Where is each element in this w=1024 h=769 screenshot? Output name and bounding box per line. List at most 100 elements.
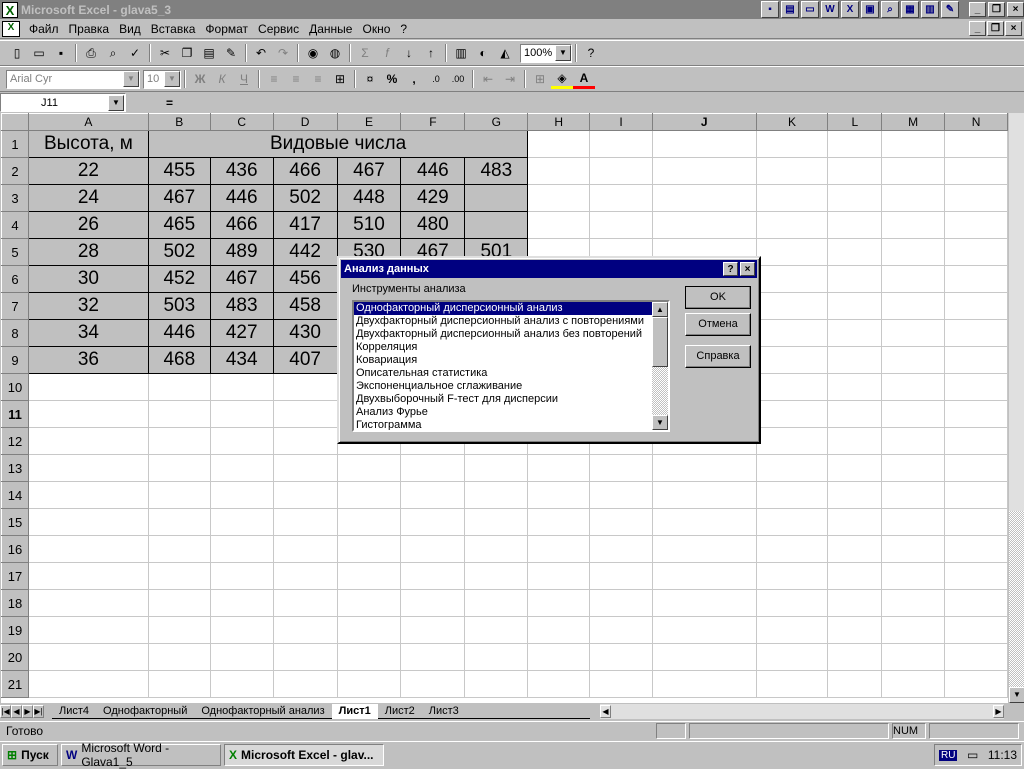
- table-cell[interactable]: 502: [147, 238, 211, 266]
- format-painter-icon[interactable]: ✎: [220, 43, 242, 63]
- table-cell[interactable]: [651, 454, 757, 482]
- menu-data[interactable]: Данные: [304, 22, 357, 36]
- table-cell[interactable]: [944, 670, 1008, 698]
- table-cell[interactable]: [527, 184, 591, 212]
- column-header-l[interactable]: L: [827, 113, 883, 131]
- table-cell[interactable]: [881, 157, 946, 185]
- table-cell[interactable]: [827, 292, 883, 320]
- office-icon[interactable]: ▪: [761, 1, 779, 18]
- column-header-e[interactable]: E: [336, 113, 402, 131]
- table-cell[interactable]: [881, 319, 946, 347]
- table-cell[interactable]: [147, 481, 211, 509]
- table-cell[interactable]: [147, 535, 211, 563]
- table-cell[interactable]: [527, 211, 591, 239]
- table-cell[interactable]: [944, 346, 1008, 374]
- table-cell[interactable]: [944, 454, 1008, 482]
- table-cell[interactable]: [755, 562, 829, 590]
- cell-species-header[interactable]: Видовые числа: [147, 130, 529, 158]
- table-cell[interactable]: [651, 589, 757, 617]
- table-cell[interactable]: [944, 616, 1008, 644]
- table-cell[interactable]: [527, 589, 591, 617]
- table-cell[interactable]: [272, 508, 338, 536]
- list-item[interactable]: Корреляция: [354, 341, 668, 354]
- table-cell[interactable]: [272, 562, 338, 590]
- table-cell[interactable]: [827, 481, 883, 509]
- table-cell[interactable]: [827, 454, 883, 482]
- table-cell[interactable]: [336, 589, 402, 617]
- table-cell[interactable]: [755, 130, 829, 158]
- table-cell[interactable]: [147, 508, 211, 536]
- excel-icon[interactable]: X: [841, 1, 859, 18]
- row-header[interactable]: 8: [1, 319, 29, 347]
- table-cell[interactable]: [944, 319, 1008, 347]
- folder-icon[interactable]: ▭: [801, 1, 819, 18]
- table-cell[interactable]: 456: [272, 265, 338, 293]
- table-cell[interactable]: [400, 562, 466, 590]
- menu-file[interactable]: Файл: [24, 22, 64, 36]
- chevron-down-icon[interactable]: ▼: [123, 71, 139, 87]
- table-cell[interactable]: [755, 508, 829, 536]
- spelling-icon[interactable]: ✓: [124, 43, 146, 63]
- scroll-thumb[interactable]: [1009, 511, 1024, 687]
- table-cell[interactable]: [27, 427, 149, 455]
- table-cell[interactable]: [755, 535, 829, 563]
- autosum-icon[interactable]: Σ: [354, 43, 376, 63]
- column-header-m[interactable]: M: [881, 113, 946, 131]
- underline-icon[interactable]: Ч: [233, 69, 255, 89]
- table-cell[interactable]: [881, 265, 946, 293]
- table-cell[interactable]: [589, 184, 653, 212]
- table-cell[interactable]: [881, 184, 946, 212]
- table-cell[interactable]: [827, 589, 883, 617]
- table-cell[interactable]: [827, 562, 883, 590]
- table-cell[interactable]: [881, 643, 946, 671]
- document-icon[interactable]: X: [2, 20, 20, 37]
- table-cell[interactable]: [881, 616, 946, 644]
- column-header-b[interactable]: B: [147, 113, 211, 131]
- table-cell[interactable]: [27, 562, 149, 590]
- function-icon[interactable]: f: [376, 43, 398, 63]
- table-cell[interactable]: [881, 373, 946, 401]
- formula-equals[interactable]: =: [166, 96, 173, 110]
- cell-height-header[interactable]: Высота, м: [27, 130, 149, 158]
- table-cell[interactable]: [651, 481, 757, 509]
- print-preview-icon[interactable]: ⌕: [102, 43, 124, 63]
- table-cell[interactable]: [147, 670, 211, 698]
- drawing-icon[interactable]: ◭: [494, 43, 516, 63]
- table-cell[interactable]: 480: [400, 211, 466, 239]
- table-cell[interactable]: [527, 481, 591, 509]
- table-cell[interactable]: 446: [147, 319, 211, 347]
- table-cell[interactable]: [400, 535, 466, 563]
- table-cell[interactable]: [464, 589, 529, 617]
- list-item[interactable]: Экспоненциальное сглаживание: [354, 380, 668, 393]
- scroll-left-arrow-icon[interactable]: ◀: [600, 705, 611, 718]
- table-cell[interactable]: [827, 535, 883, 563]
- calendar-icon[interactable]: ▥: [921, 1, 939, 18]
- table-cell[interactable]: [827, 265, 883, 293]
- table-cell[interactable]: [827, 130, 883, 158]
- map-icon[interactable]: ◐: [472, 43, 494, 63]
- table-cell[interactable]: [589, 508, 653, 536]
- table-cell[interactable]: [527, 616, 591, 644]
- close-icon[interactable]: ×: [740, 262, 755, 276]
- table-cell[interactable]: [944, 130, 1008, 158]
- row-header[interactable]: 14: [1, 481, 29, 509]
- table-cell[interactable]: [27, 481, 149, 509]
- start-button[interactable]: ⊞ Пуск: [2, 744, 58, 766]
- table-cell[interactable]: [272, 643, 338, 671]
- first-sheet-icon[interactable]: |◀: [0, 705, 11, 718]
- table-cell[interactable]: [881, 427, 946, 455]
- save-icon[interactable]: ▪: [50, 43, 72, 63]
- table-cell[interactable]: [589, 589, 653, 617]
- table-cell[interactable]: [209, 670, 274, 698]
- table-cell[interactable]: [527, 562, 591, 590]
- chevron-down-icon[interactable]: ▼: [555, 45, 571, 61]
- font-color-icon[interactable]: A: [573, 69, 595, 89]
- table-cell[interactable]: [881, 454, 946, 482]
- table-cell[interactable]: 30: [27, 265, 149, 293]
- sort-ascending-icon[interactable]: ↓: [398, 43, 420, 63]
- table-cell[interactable]: [944, 400, 1008, 428]
- table-cell[interactable]: [881, 535, 946, 563]
- paste-icon[interactable]: ▤: [198, 43, 220, 63]
- table-cell[interactable]: [27, 589, 149, 617]
- doc-close-button[interactable]: ×: [1005, 21, 1022, 36]
